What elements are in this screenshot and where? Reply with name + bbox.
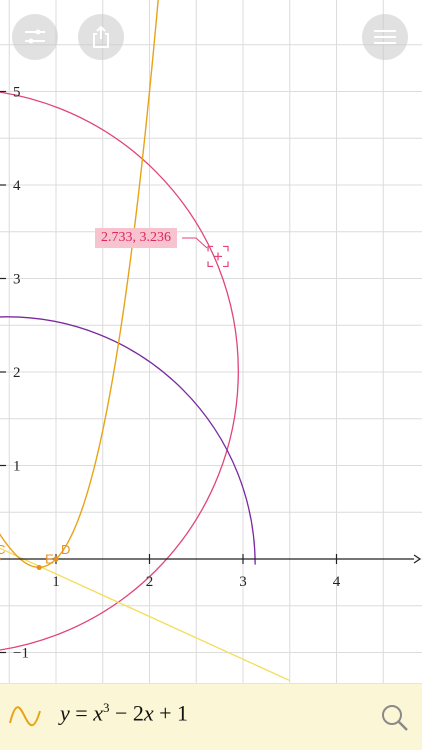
- y-tick-label: 1: [13, 459, 21, 475]
- share-icon: [93, 26, 109, 48]
- menu-button[interactable]: [362, 14, 408, 60]
- cursor-coordinate-label: 2.733, 3.236: [95, 228, 177, 248]
- hamburger-menu-icon: [374, 30, 396, 44]
- y-tick-label: 2: [13, 365, 21, 381]
- crosshair-cursor[interactable]: [182, 237, 229, 268]
- sliders-icon: [25, 29, 45, 44]
- settings-button[interactable]: [12, 14, 58, 60]
- point-marker[interactable]: [0, 556, 1, 561]
- y-tick-label: −1: [13, 646, 29, 662]
- x-tick-label: 3: [239, 574, 247, 590]
- axes: 1 2 3 4 5 4 3 2 1 −1: [0, 85, 422, 662]
- y-tick-label: 5: [13, 85, 21, 101]
- y-tick-label: 3: [13, 272, 21, 288]
- expr-x: x: [93, 700, 103, 726]
- point-marker[interactable]: [53, 556, 59, 562]
- expression-text[interactable]: y = x3 − 2x + 1: [60, 700, 188, 726]
- expression-input-bar[interactable]: y = x3 − 2x + 1: [0, 683, 422, 750]
- label-connector: [182, 237, 208, 249]
- pink-circle: [0, 91, 239, 651]
- point-label: E: [45, 551, 54, 566]
- expr-lhs: y: [60, 700, 70, 726]
- x-tick-label: 1: [52, 574, 60, 590]
- yellow-line: [0, 547, 291, 682]
- curve-icon: [9, 706, 41, 727]
- point-label: C: [0, 542, 5, 557]
- grid-lines: [0, 0, 422, 683]
- magnifier-icon[interactable]: [380, 703, 410, 733]
- cubic-curve: [0, 0, 159, 568]
- point-label: D: [61, 542, 70, 557]
- x-tick-label: 2: [146, 574, 154, 590]
- expr-x2: x: [143, 700, 154, 726]
- point-marker[interactable]: [36, 564, 42, 571]
- x-tick-label: 4: [333, 574, 341, 590]
- purple-arc: [0, 316, 256, 565]
- y-tick-label: 4: [13, 178, 21, 194]
- expr-equals: =: [69, 700, 94, 726]
- graph-canvas[interactable]: 1 2 3 4 5 4 3 2 1 −1 C DE: [0, 0, 422, 683]
- share-button[interactable]: [78, 14, 124, 60]
- points-layer: C DE: [0, 237, 229, 571]
- expr-term: − 2: [109, 700, 144, 726]
- expr-constant: + 1: [153, 700, 189, 726]
